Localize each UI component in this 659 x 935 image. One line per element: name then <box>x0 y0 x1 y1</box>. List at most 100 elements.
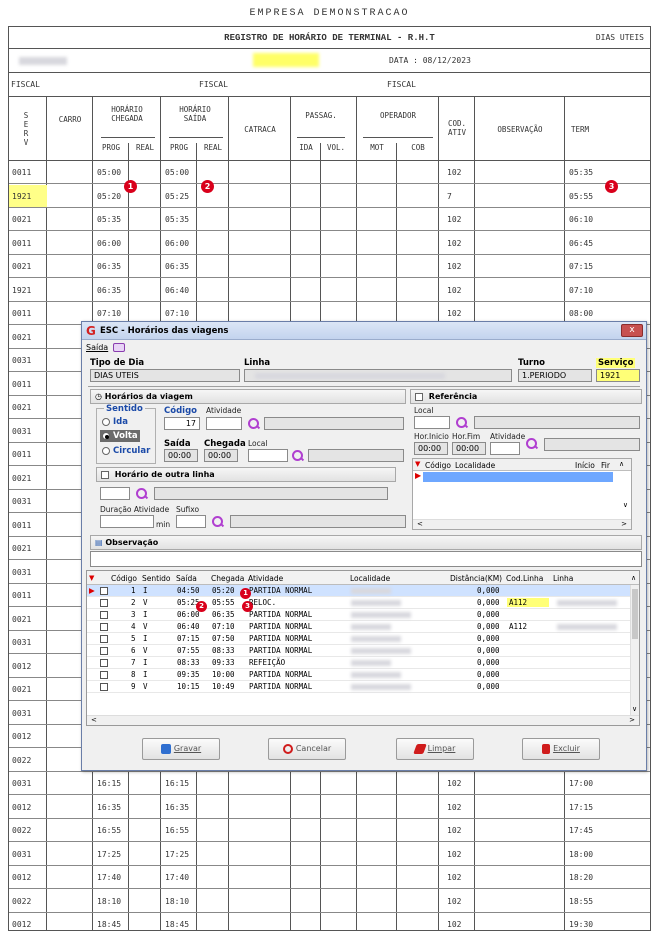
row-checkbox[interactable] <box>100 671 108 679</box>
report-cell-saida: 05:25 <box>165 191 190 201</box>
search-icon[interactable] <box>526 438 538 450</box>
row-checkbox[interactable] <box>100 659 108 667</box>
col-distancia[interactable]: Distância(KM) <box>450 574 502 583</box>
row-checkbox[interactable] <box>100 647 108 655</box>
col-linha[interactable]: Linha <box>553 574 573 583</box>
chegada-field[interactable]: 00:00 <box>204 449 238 462</box>
referencia-header[interactable]: Referência <box>410 389 642 404</box>
servico-field[interactable]: 1921 <box>596 369 640 382</box>
grid-cell-saida: 08:33 <box>177 658 200 667</box>
scroll-thumb[interactable] <box>632 589 638 639</box>
radio-circular[interactable]: Circular <box>102 446 150 456</box>
col-sentido[interactable]: Sentido <box>142 574 171 583</box>
grid-row[interactable]: 7 I 08:33 09:33 REFEIÇÃO 0,000 <box>87 657 632 669</box>
observacao-field[interactable] <box>90 551 642 567</box>
radio-ida[interactable]: Ida <box>102 417 128 427</box>
report-cell-serv: 0021 <box>12 685 32 694</box>
limpar-button[interactable]: Limpar <box>396 738 474 760</box>
grid-row[interactable]: 3 I 06:00 06:35 PARTIDA NORMAL 0,000 <box>87 609 632 621</box>
col-chegada[interactable]: Chegada <box>211 574 244 583</box>
row-checkbox[interactable] <box>100 635 108 643</box>
scroll-left-icon[interactable]: < <box>417 520 423 528</box>
turno-field[interactable]: 1.PERIODO <box>518 369 592 382</box>
scroll-left-icon[interactable]: < <box>91 716 97 724</box>
outra-linha-code-field[interactable] <box>100 487 130 500</box>
blurred-linha <box>557 624 617 630</box>
local-field[interactable] <box>248 449 288 462</box>
row-checkbox[interactable] <box>100 599 108 607</box>
ref-col-fim[interactable]: Fir <box>601 461 610 470</box>
col-codigo[interactable]: Código <box>111 574 137 583</box>
report-cell-serv: 0011 <box>12 450 32 459</box>
saida-field[interactable]: 00:00 <box>164 449 198 462</box>
scroll-down-icon[interactable]: ∨ <box>623 501 628 509</box>
scroll-right-icon[interactable]: > <box>629 716 635 724</box>
grid-vscroll[interactable]: ∨ <box>630 585 639 715</box>
grid-row[interactable]: ▶ 1 I 04:50 05:20 PARTIDA NORMAL 0,000 <box>87 585 632 597</box>
excluir-button[interactable]: Excluir <box>522 738 600 760</box>
atividade-field[interactable] <box>206 417 242 430</box>
grid-hscroll[interactable]: < > <box>87 715 639 725</box>
ref-col-codigo[interactable]: Código <box>425 461 451 470</box>
search-icon[interactable] <box>136 488 148 500</box>
col-saida[interactable]: Saída <box>176 574 197 583</box>
scroll-right-icon[interactable]: > <box>621 520 627 528</box>
grid-row[interactable]: 5 I 07:15 07:50 PARTIDA NORMAL 0,000 <box>87 633 632 645</box>
cancelar-button[interactable]: Cancelar <box>268 738 346 760</box>
ref-selected-row[interactable] <box>423 472 613 482</box>
radio-ida-label: Ida <box>113 417 128 427</box>
grid-row[interactable]: 9 V 10:15 10:49 PARTIDA NORMAL 0,000 <box>87 681 632 693</box>
tipo-dia-field[interactable]: DIAS UTEIS <box>90 369 240 382</box>
search-icon[interactable] <box>292 450 304 462</box>
ref-col-localidade[interactable]: Localidade <box>455 461 495 470</box>
grid-cell-codlinha: A112 <box>507 598 549 607</box>
linha-field[interactable] <box>244 369 512 382</box>
outra-linha-header[interactable]: Horário de outra linha <box>96 467 396 482</box>
gravar-button[interactable]: Gravar <box>142 738 220 760</box>
ref-atividade-field[interactable] <box>490 442 520 455</box>
duracao-field[interactable] <box>100 515 154 528</box>
row-checkbox[interactable] <box>100 623 108 631</box>
scroll-down-icon[interactable]: ∨ <box>632 705 637 713</box>
report-row: 0022 16:55 16:55 102 17:45 <box>9 819 650 842</box>
referencia-checkbox[interactable] <box>415 392 423 401</box>
grid-row[interactable]: 8 I 09:35 10:00 PARTIDA NORMAL 0,000 <box>87 669 632 681</box>
report-row: 1921 06:35 06:40 102 07:10 <box>9 279 650 302</box>
row-checkbox[interactable] <box>100 683 108 691</box>
ref-local-field[interactable] <box>414 416 450 429</box>
grid-cell-saida: 07:55 <box>177 646 200 655</box>
app-logo-icon: G <box>86 324 96 338</box>
dialog-titlebar[interactable]: G ESC - Horários das viagens x <box>82 322 646 340</box>
close-button[interactable]: x <box>621 324 643 337</box>
row-checkbox[interactable] <box>100 587 108 595</box>
ref-col-inicio[interactable]: Início <box>575 461 595 470</box>
search-icon[interactable] <box>248 418 260 430</box>
search-icon[interactable] <box>456 417 468 429</box>
col-cod-linha[interactable]: Cod.Linha <box>506 574 543 583</box>
viagens-grid[interactable]: ▼ Código Sentido Saída Chegada Atividade… <box>86 570 640 726</box>
col-localidade[interactable]: Localidade <box>350 574 390 583</box>
col-atividade[interactable]: Atividade <box>248 574 283 583</box>
referencia-grid[interactable]: ▼ Código Localidade Início Fir ∧ ▶ < > ∨ <box>412 458 632 530</box>
sufixo-field[interactable] <box>176 515 206 528</box>
scroll-up-icon[interactable]: ∧ <box>631 574 636 582</box>
hor-fim-field[interactable]: 00:00 <box>452 442 486 455</box>
eraser-icon <box>412 743 427 754</box>
scroll-up-icon[interactable]: ∧ <box>619 460 624 468</box>
report-fiscal-row: FISCAL FISCAL FISCAL <box>9 73 650 97</box>
codigo-field[interactable]: 17 <box>164 417 200 430</box>
grid-row[interactable]: 6 V 07:55 08:33 PARTIDA NORMAL 0,000 <box>87 645 632 657</box>
radio-volta[interactable]: Volta <box>100 430 140 442</box>
grid-row[interactable]: 4 V 06:40 07:10 PARTIDA NORMAL 0,000 A112 <box>87 621 632 633</box>
blurred-localidade <box>351 612 411 618</box>
report-row: 0012 18:45 18:45 102 19:30 <box>9 913 650 935</box>
outra-linha-checkbox[interactable] <box>101 470 109 479</box>
menu-saida[interactable]: Saída <box>86 343 125 352</box>
fiscal-label-2: FISCAL <box>199 80 228 89</box>
ref-hscroll[interactable]: < > <box>413 519 631 529</box>
hor-inicio-field[interactable]: 00:00 <box>414 442 448 455</box>
grid-row[interactable]: 2 V 05:25 05:55 RELOC. 0,000 A112 <box>87 597 632 609</box>
horarios-group-header: ◷ Horários da viagem <box>90 389 406 404</box>
row-checkbox[interactable] <box>100 611 108 619</box>
search-icon[interactable] <box>212 516 224 528</box>
